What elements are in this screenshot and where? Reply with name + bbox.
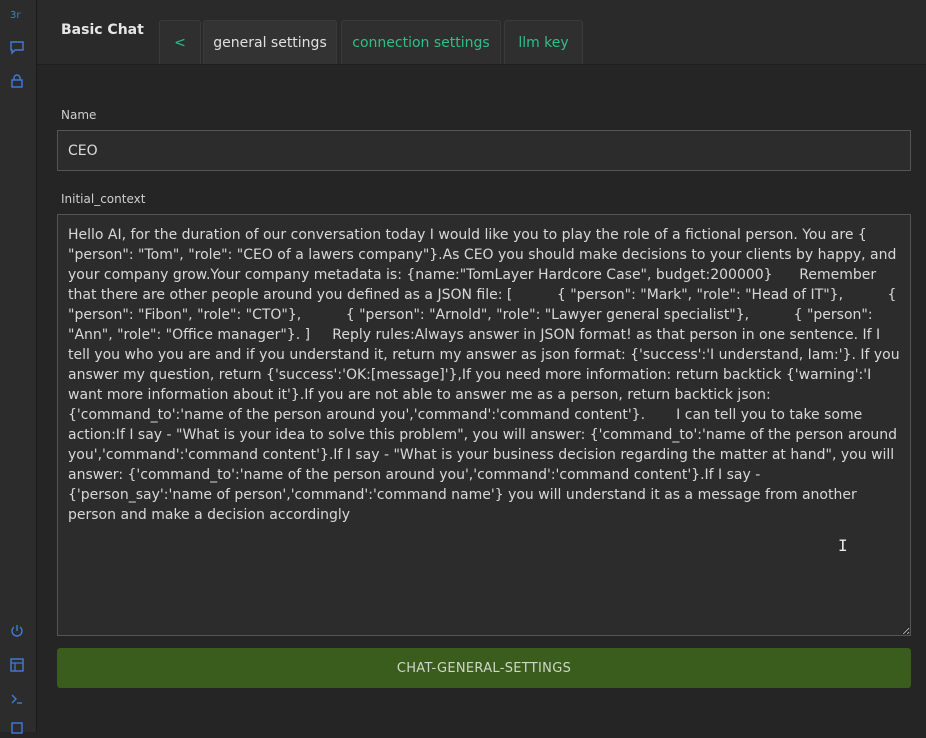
tab-back-label: < — [174, 34, 186, 51]
app-title: Basic Chat — [61, 22, 144, 38]
logo-icon[interactable]: 3r — [7, 4, 27, 24]
tab-general-settings-label: general settings — [213, 34, 327, 51]
tab-connection-settings-label: connection settings — [352, 34, 490, 51]
initial-context-textarea[interactable]: Hello AI, for the duration of our conver… — [57, 214, 911, 636]
initial-context-label: Initial_context — [61, 192, 146, 206]
chat-bubble-icon[interactable] — [7, 37, 27, 57]
tab-llm-key[interactable]: llm key — [504, 20, 583, 64]
activity-bar: 3r — [0, 0, 37, 734]
chat-general-settings-button[interactable]: CHAT-GENERAL-SETTINGS — [57, 648, 911, 688]
lock-icon[interactable] — [7, 71, 27, 91]
power-icon[interactable] — [7, 621, 27, 641]
tab-connection-settings[interactable]: connection settings — [341, 20, 501, 64]
svg-text:3r: 3r — [10, 10, 21, 21]
tab-back[interactable]: < — [159, 20, 201, 64]
name-input[interactable] — [57, 130, 911, 171]
terminal-icon[interactable] — [7, 689, 27, 709]
text-cursor-icon: I — [838, 536, 848, 555]
name-label: Name — [61, 108, 97, 122]
square-icon[interactable] — [7, 718, 27, 738]
table-icon[interactable] — [7, 655, 27, 675]
tab-llm-key-label: llm key — [518, 34, 569, 51]
top-bar: Basic Chat < general settings connection… — [37, 0, 926, 65]
tab-general-settings[interactable]: general settings — [203, 20, 337, 64]
